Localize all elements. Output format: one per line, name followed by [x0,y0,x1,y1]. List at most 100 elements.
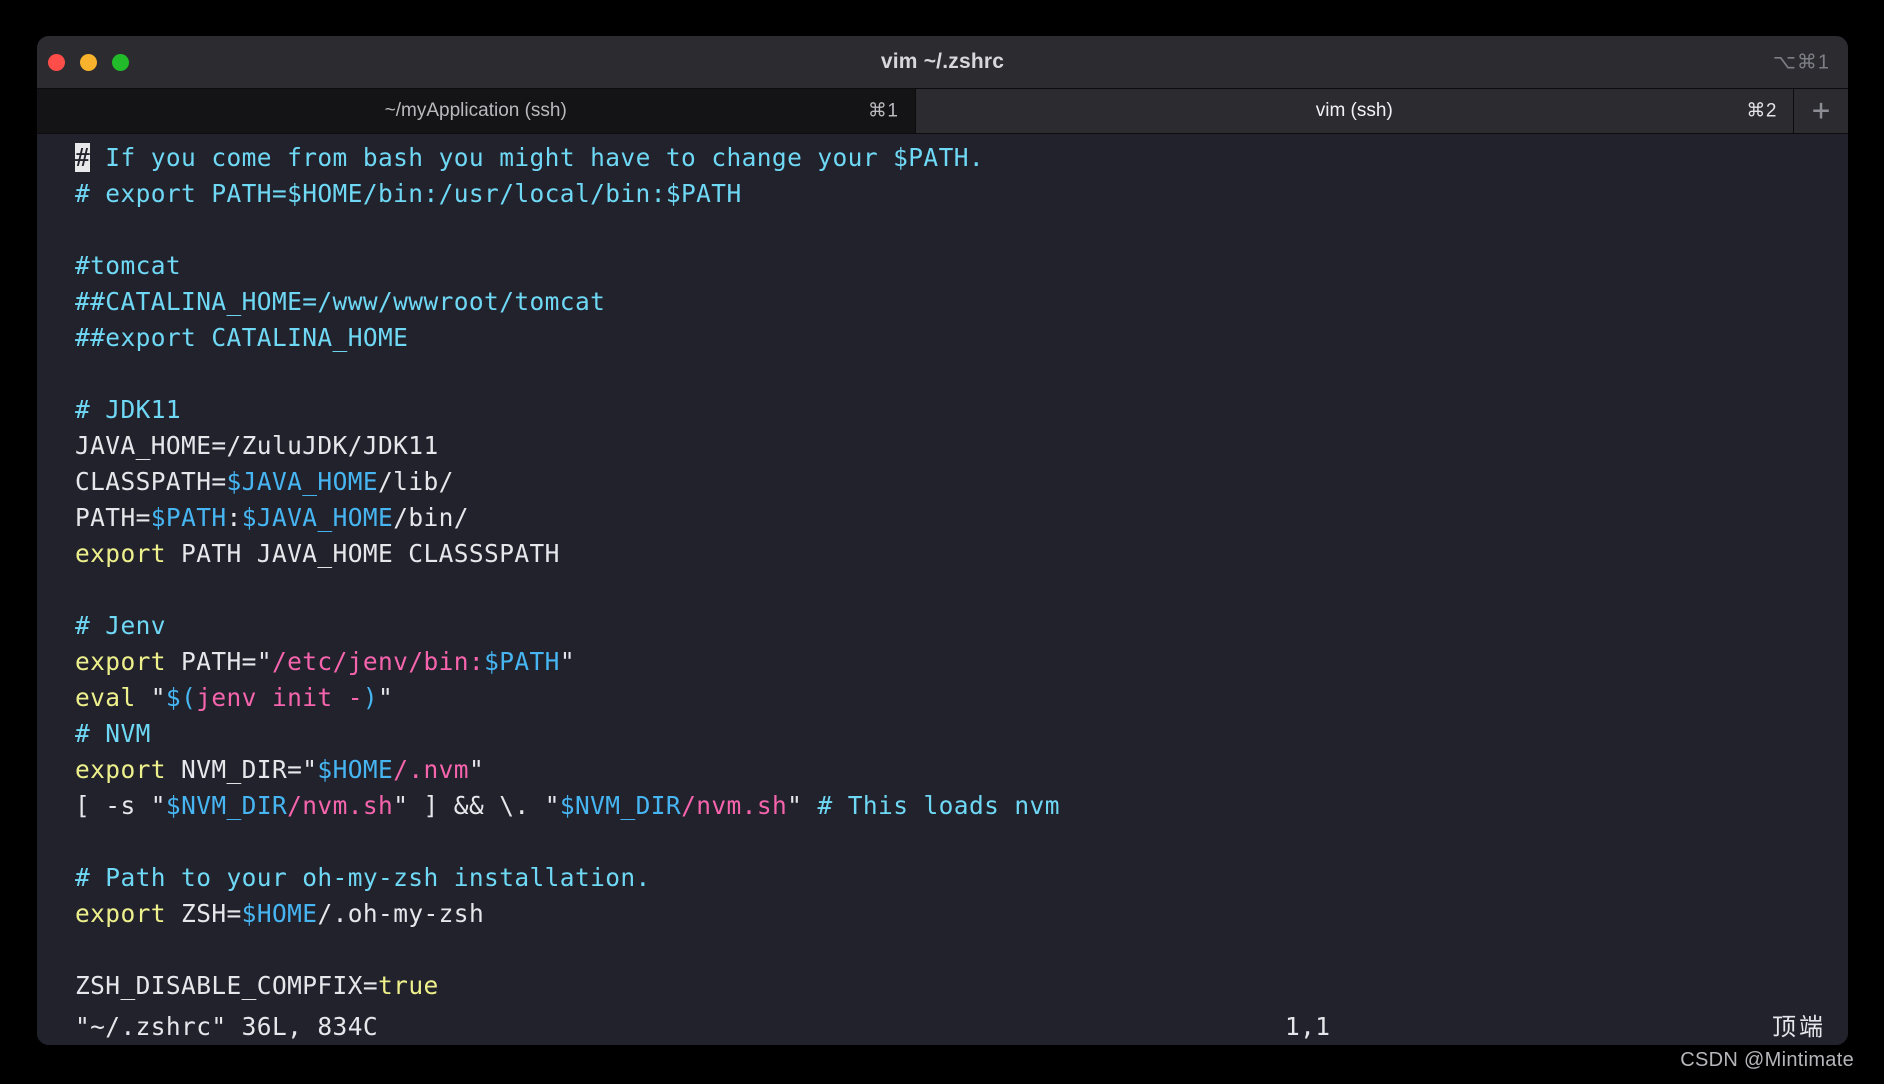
editor-line: export PATH="/etc/jenv/bin:$PATH" [37,644,1848,680]
code-token: JAVA_HOME=/ZuluJDK/JDK11 [75,431,439,460]
code-token: " [150,791,166,820]
code-token: $NVM_DIR [559,791,682,820]
close-window-button[interactable] [48,53,65,71]
code-token: ZSH= [165,899,242,928]
code-token: # Jenv [75,611,166,640]
code-token: /nvm.sh [287,791,394,820]
new-tab-button[interactable]: + [1794,89,1848,133]
code-token: $JAVA_HOME [241,503,394,532]
vim-editor-area[interactable]: # If you come from bash you might have t… [37,134,1848,1045]
editor-line: # JDK11 [37,392,1848,428]
editor-line: # Path to your oh-my-zsh installation. [37,860,1848,896]
code-token: # Path to your oh-my-zsh installation. [75,863,651,892]
code-token: # JDK11 [75,395,182,424]
traffic-lights [48,53,129,71]
code-token: /.oh-my-zsh [317,899,485,928]
code-token: " [787,791,803,820]
code-token: PATH JAVA_HOME CLASSSPATH [165,539,560,568]
editor-line: export NVM_DIR="$HOME/.nvm" [37,752,1848,788]
code-token: /bin/ [393,503,469,532]
code-token: $JAVA_HOME [226,467,379,496]
code-token: " [544,791,560,820]
status-cursor-position: 1,1 [1285,1012,1331,1041]
watermark: CSDN @Mintimate [1680,1049,1854,1071]
editor-line: CLASSPATH=$JAVA_HOME/lib/ [37,464,1848,500]
window-titlebar[interactable]: vim ~/.zshrc ⌥⌘1 [37,36,1848,88]
code-token: /lib/ [378,467,454,496]
code-token: jenv init - [196,683,363,712]
screen: vim ~/.zshrc ⌥⌘1 ~/myApplication (ssh) ⌘… [0,0,1884,1084]
code-token: true [378,971,439,1000]
code-token: export [75,539,166,568]
code-token: [ -s [75,791,151,820]
code-token: $PATH [484,647,560,676]
code-token: " [256,647,272,676]
editor-line: export ZSH=$HOME/.oh-my-zsh [37,896,1848,932]
status-file-info: "~/.zshrc" 36L, 834C [75,1012,379,1041]
editor-line: #tomcat [37,248,1848,284]
code-token: " [559,647,575,676]
editor-line: # NVM [37,716,1848,752]
code-token: ] && \. [408,791,545,820]
tab-label: ~/myApplication (ssh) [384,100,567,121]
code-token: export [75,647,166,676]
minimize-window-button[interactable] [80,53,97,71]
editor-line: # If you come from bash you might have t… [37,140,1848,176]
code-token: " [378,683,394,712]
code-token: PATH= [75,503,151,532]
code-token: ##export CATALINA_HOME [75,323,409,352]
tab-bar: ~/myApplication (ssh) ⌘1 vim (ssh) ⌘2 + [37,88,1848,134]
tab-label: vim (ssh) [1315,100,1393,121]
window-title: vim ~/.zshrc [880,50,1005,73]
code-token: " [150,683,166,712]
code-token: NVM_DIR= [165,755,303,784]
code-token: ) [362,683,379,712]
editor-line: eval "$(jenv init -)" [37,680,1848,716]
code-token: " [302,755,318,784]
code-token: #tomcat [75,251,182,280]
zoom-window-button[interactable] [112,53,129,71]
code-token: " [393,791,409,820]
code-token: # NVM [75,719,151,748]
tab-myapplication[interactable]: ~/myApplication (ssh) ⌘1 [37,89,916,133]
terminal-window: vim ~/.zshrc ⌥⌘1 ~/myApplication (ssh) ⌘… [37,36,1848,1045]
code-token: $HOME [241,899,318,928]
code-token: /nvm.sh [681,791,788,820]
code-token: $HOME [317,755,394,784]
code-token: # export PATH=$HOME/bin:/usr/local/bin:$… [75,179,742,208]
editor-cursor: # [75,143,91,172]
code-token: " [468,755,485,784]
code-token: export [75,899,166,928]
editor-line: JAVA_HOME=/ZuluJDK/JDK11 [37,428,1848,464]
editor-line: ##export CATALINA_HOME [37,320,1848,356]
editor-line: # Jenv [37,608,1848,644]
editor-line: ZSH_DISABLE_COMPFIX=true [37,968,1848,1004]
code-token: $NVM_DIR [165,791,288,820]
code-token: # This loads nvm [817,791,1060,820]
tab-shortcut: ⌘2 [1746,100,1777,122]
tab-shortcut: ⌘1 [867,100,899,122]
editor-lines: # If you come from bash you might have t… [37,140,1848,1004]
code-token: ##CATALINA_HOME=/www/wwwroot/tomcat [75,287,606,316]
code-token: $( [165,683,197,712]
code-token: PATH= [165,647,257,676]
editor-line: PATH=$PATH:$JAVA_HOME/bin/ [37,500,1848,536]
code-token: /.nvm [393,755,469,784]
vim-status-line: "~/.zshrc" 36L, 834C 1,1 顶端 [37,1009,1848,1045]
code-token: : [226,503,242,532]
code-token: export [75,755,166,784]
tab-vim[interactable]: vim (ssh) ⌘2 [915,89,1794,133]
editor-line: # export PATH=$HOME/bin:/usr/local/bin:$… [37,176,1848,212]
status-scroll-state: 顶端 [1772,1013,1826,1041]
code-token: CLASSPATH= [75,467,227,496]
code-token: /etc/jenv/bin: [271,647,485,676]
code-token: eval [75,683,136,712]
code-token: ZSH_DISABLE_COMPFIX= [75,971,379,1000]
code-token: $PATH [150,503,227,532]
